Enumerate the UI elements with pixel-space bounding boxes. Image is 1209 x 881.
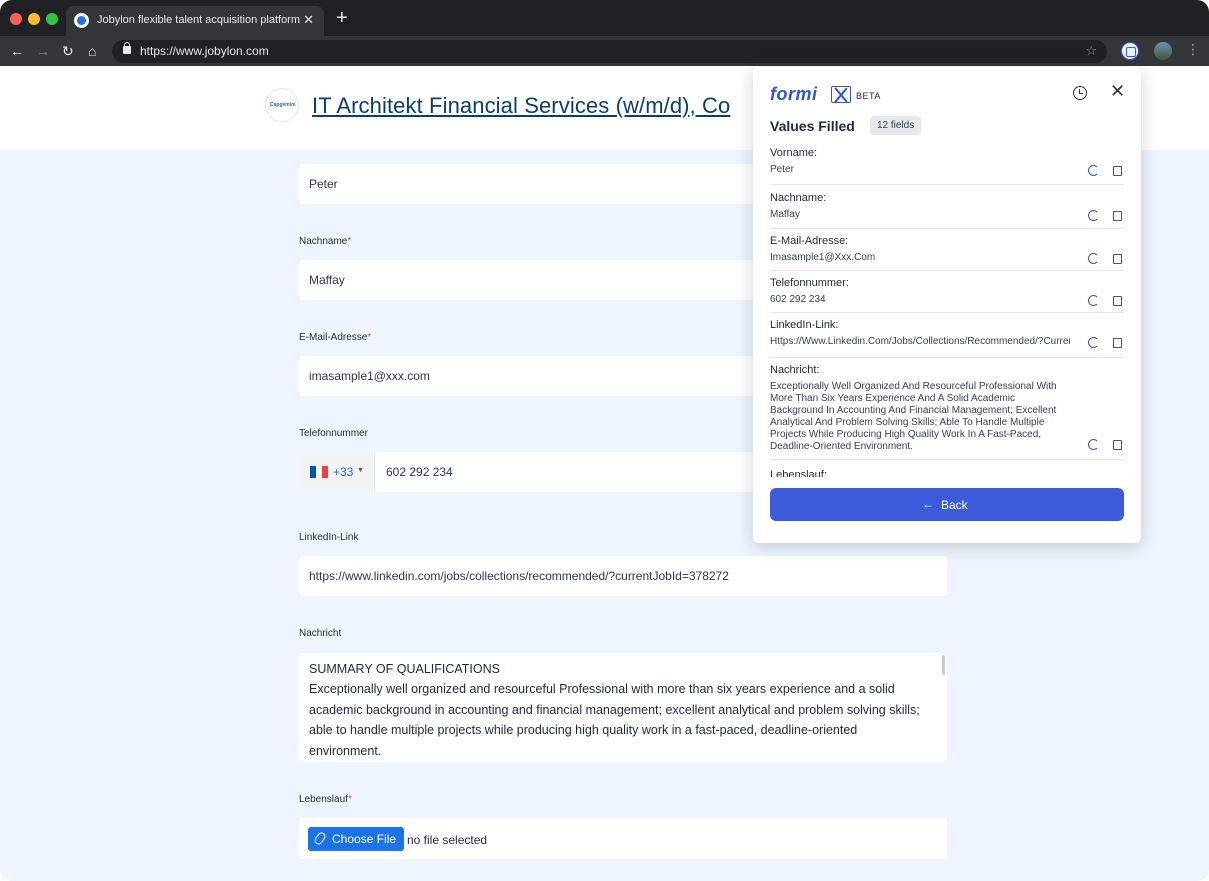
refresh-icon[interactable]: [1088, 210, 1099, 221]
address-bar[interactable]: https://www.jobylon.com ☆: [112, 40, 1107, 63]
nachricht-value: SUMMARY OF QUALIFICATIONSExceptionally w…: [309, 659, 929, 761]
country-code-value: +33: [333, 465, 353, 479]
textarea-scrollbar[interactable]: [942, 655, 945, 675]
telefon-label: Telefonnummer: [299, 428, 368, 439]
reload-icon[interactable]: ↻: [62, 42, 74, 60]
back-arrow-icon[interactable]: ←: [10, 42, 24, 60]
formi-logo-icon: [831, 86, 851, 103]
maximize-window-button[interactable]: [46, 13, 58, 25]
linkedin-value: https://www.linkedin.com/jobs/collection…: [309, 569, 729, 583]
browser-menu-icon[interactable]: ⋮: [1186, 41, 1200, 58]
beta-tag: BETA: [856, 91, 881, 101]
copy-icon[interactable]: [1113, 166, 1122, 176]
nachricht-textarea[interactable]: SUMMARY OF QUALIFICATIONSExceptionally w…: [299, 653, 947, 762]
formi-extension-icon[interactable]: [1121, 42, 1139, 60]
job-title-link[interactable]: IT Architekt Financial Services (w/m/d),…: [312, 93, 730, 119]
lebenslauf-file-input: Choose File no file selected: [299, 818, 947, 859]
filled-item: Lebenslauf:: [770, 469, 1124, 477]
email-value: imasample1@xxx.com: [309, 369, 430, 383]
refresh-icon[interactable]: [1088, 439, 1099, 450]
home-icon[interactable]: ⌂: [88, 42, 96, 60]
minimize-window-button[interactable]: [28, 13, 40, 25]
bookmark-star-icon[interactable]: ☆: [1085, 43, 1097, 59]
close-icon[interactable]: ✕: [1110, 81, 1125, 101]
copy-icon[interactable]: [1113, 338, 1122, 348]
formi-panel: formi BETA ✕ Values Filled 12 fields Vor…: [753, 67, 1141, 543]
filled-item: Nachricht: Exceptionally Well Organized …: [770, 364, 1124, 460]
fields-count-badge: 12 fields: [870, 116, 921, 135]
filled-item: Vorname: Peter: [770, 147, 1124, 185]
linkedin-input[interactable]: https://www.linkedin.com/jobs/collection…: [299, 556, 947, 596]
panel-heading: Values Filled: [770, 118, 855, 134]
profile-avatar[interactable]: [1154, 42, 1172, 60]
browser-tab[interactable]: Jobylon flexible talent acquisition plat…: [66, 6, 324, 36]
tab-title: Jobylon flexible talent acquisition plat…: [97, 14, 300, 26]
nachname-label: Nachname*: [299, 236, 351, 247]
refresh-icon[interactable]: [1088, 165, 1099, 176]
company-logo: Capgemini: [265, 88, 299, 122]
refresh-icon[interactable]: [1088, 253, 1099, 264]
copy-icon[interactable]: [1113, 296, 1122, 306]
arrow-left-icon: ←: [922, 497, 934, 511]
filled-values-list[interactable]: Vorname: Peter Nachname: Maffay E-Mail-A…: [753, 145, 1141, 477]
lock-icon: [123, 46, 131, 54]
chevron-down-icon: ▼: [357, 467, 364, 474]
new-tab-icon[interactable]: +: [336, 8, 348, 28]
paperclip-icon: [313, 831, 327, 846]
filled-item: Nachname: Maffay: [770, 192, 1124, 229]
nachricht-body-line: Exceptionally well organized and resourc…: [309, 679, 929, 761]
refresh-icon[interactable]: [1088, 337, 1099, 348]
close-window-button[interactable]: [10, 13, 22, 25]
nachricht-heading-line: SUMMARY OF QUALIFICATIONS: [309, 659, 929, 679]
browser-window: Jobylon flexible talent acquisition plat…: [0, 0, 1209, 881]
brand-name: formi: [770, 84, 818, 105]
history-icon[interactable]: [1073, 86, 1087, 100]
france-flag-icon: [310, 466, 328, 478]
browser-toolbar: ← → ↻ ⌂ https://www.jobylon.com ☆: [0, 36, 1209, 66]
country-code-select[interactable]: +33 ▼: [299, 452, 375, 492]
filled-item: LinkedIn-Link: Https://Www.Linkedin.Com/…: [770, 319, 1124, 358]
back-button[interactable]: ← Back: [770, 488, 1124, 521]
linkedin-label: LinkedIn-Link: [299, 532, 358, 543]
email-label: E-Mail-Adresse*: [299, 332, 371, 343]
jobylon-favicon-icon: [74, 13, 89, 28]
copy-icon[interactable]: [1113, 211, 1122, 221]
tab-bar: Jobylon flexible talent acquisition plat…: [0, 0, 1209, 36]
company-logo-text: Capgemini: [270, 102, 296, 108]
vorname-value: Peter: [309, 177, 338, 191]
refresh-icon[interactable]: [1088, 295, 1099, 306]
nachname-value: Maffay: [309, 273, 345, 287]
filled-item: E-Mail-Adresse: Imasample1@Xxx.Com: [770, 235, 1124, 271]
choose-file-button[interactable]: Choose File: [308, 827, 404, 851]
tab-close-icon[interactable]: ✕: [303, 13, 314, 26]
url-text[interactable]: https://www.jobylon.com: [140, 44, 269, 58]
filled-item: Telefonnummer: 602 292 234: [770, 277, 1124, 313]
copy-icon[interactable]: [1113, 254, 1122, 264]
lebenslauf-label: Lebenslauf*: [299, 794, 352, 805]
file-status-text: no file selected: [407, 833, 487, 847]
telefon-value: 602 292 234: [386, 465, 453, 479]
copy-icon[interactable]: [1113, 440, 1122, 450]
forward-arrow-icon[interactable]: →: [36, 42, 50, 60]
nachricht-label: Nachricht: [299, 628, 341, 639]
